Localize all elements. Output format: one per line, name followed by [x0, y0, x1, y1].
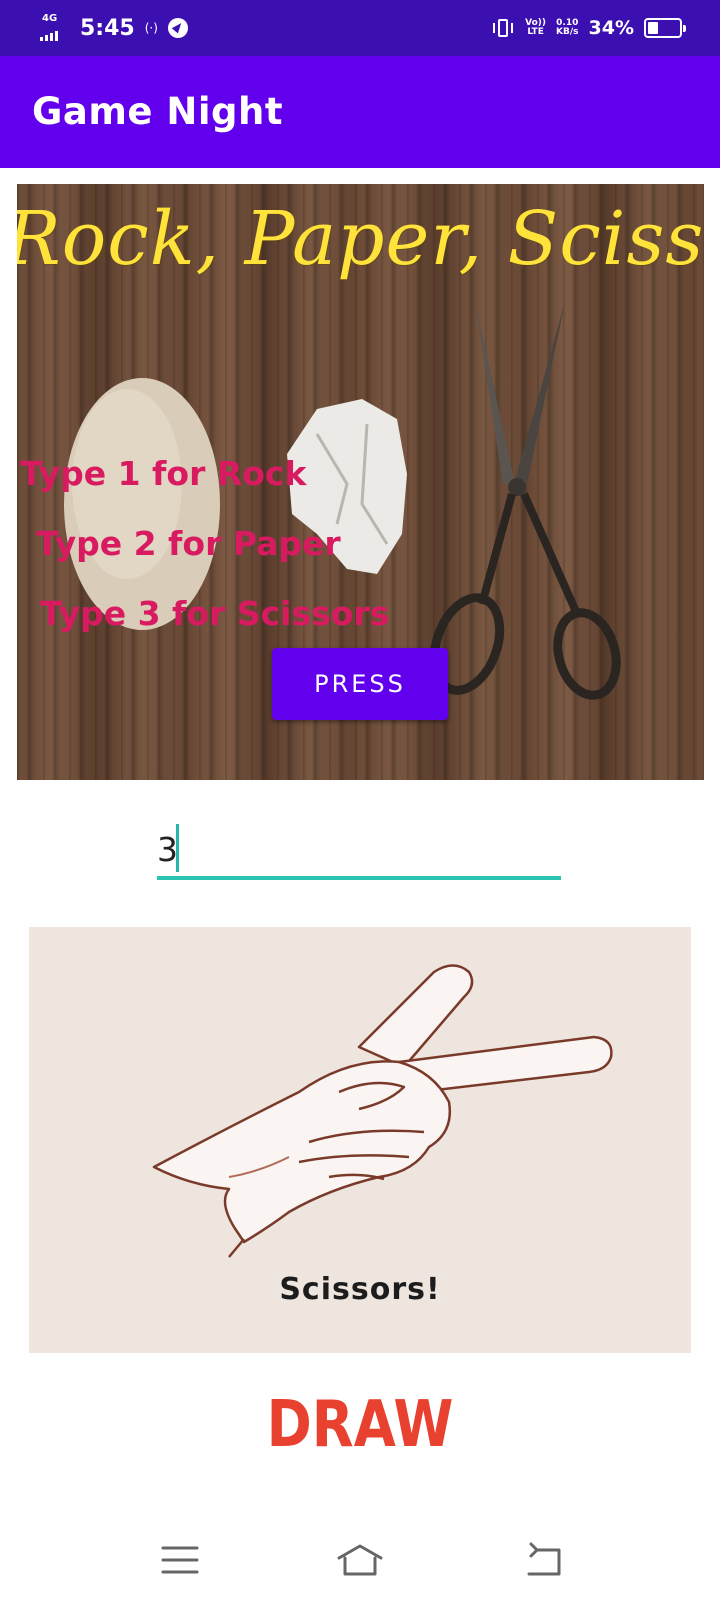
- app-title: Game Night: [32, 90, 284, 133]
- speed-unit: KB/s: [556, 27, 579, 37]
- network-speed: 0.10 KB/s: [556, 19, 578, 37]
- back-icon[interactable]: [523, 1540, 573, 1580]
- scissors-icon: [429, 302, 621, 700]
- result-caption: Scissors!: [279, 1272, 441, 1307]
- choice-input-wrapper: [157, 818, 561, 880]
- compass-icon: [167, 18, 188, 38]
- battery-icon: [644, 18, 686, 38]
- status-bar: 4G 5:45 (·) Vo)) LTE 0.10 KB/s 34%: [0, 0, 720, 56]
- text-cursor: [176, 824, 179, 872]
- volte-bottom: LTE: [527, 27, 544, 37]
- vibrate-icon: [491, 17, 515, 39]
- status-left: 4G 5:45 (·): [40, 0, 188, 56]
- hero-title: Rock, Paper, Scissors: [17, 196, 704, 282]
- navigation-bar: [0, 1520, 720, 1600]
- instruction-paper: Type 2 for Paper: [36, 524, 341, 563]
- hotspot-icon: (·): [144, 21, 158, 35]
- app-bar: Game Night: [0, 56, 720, 168]
- press-button[interactable]: PRESS: [272, 648, 448, 720]
- hand-icon: [152, 964, 613, 1244]
- result-image: Scissors!: [29, 927, 691, 1353]
- network-type: 4G: [42, 13, 58, 24]
- volte-indicator: Vo)) LTE: [525, 19, 546, 37]
- input-underline: [157, 876, 561, 880]
- instruction-scissors: Type 3 for Scissors: [40, 594, 390, 633]
- screen: 4G 5:45 (·) Vo)) LTE 0.10 KB/s 34% Game …: [0, 0, 720, 1600]
- outcome-text: DRAW: [266, 1388, 454, 1462]
- hero-image: Rock, Paper, Scissors Type 1 for Rock Ty…: [17, 184, 704, 780]
- signal-icon: 4G: [40, 13, 70, 43]
- menu-icon[interactable]: [155, 1540, 205, 1580]
- status-right: Vo)) LTE 0.10 KB/s 34%: [491, 0, 686, 56]
- home-icon[interactable]: [335, 1540, 385, 1580]
- clock: 5:45: [80, 15, 135, 41]
- choice-input[interactable]: [157, 818, 561, 876]
- instruction-rock: Type 1 for Rock: [20, 454, 307, 493]
- battery-percent: 34%: [588, 17, 634, 39]
